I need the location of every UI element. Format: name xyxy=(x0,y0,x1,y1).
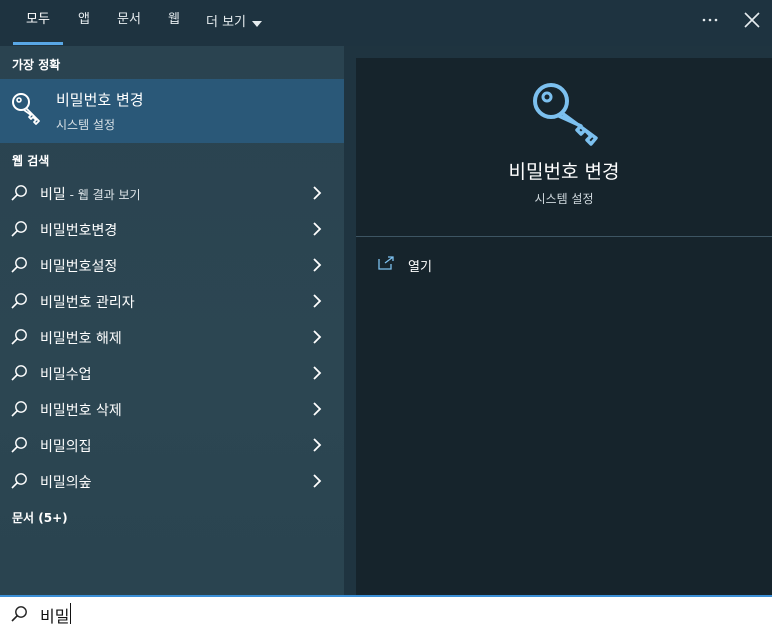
tab-all[interactable]: 모두 xyxy=(13,0,63,46)
search-icon xyxy=(11,329,27,345)
chevron-right-icon[interactable] xyxy=(312,402,322,416)
web-result-item[interactable]: 비밀수업 xyxy=(0,355,344,391)
chevron-right-icon[interactable] xyxy=(312,222,322,236)
web-result-label: 비밀번호변경 xyxy=(40,220,117,240)
tab-more-label: 더 보기 xyxy=(206,15,247,30)
web-result-label: 비밀수업 xyxy=(40,364,92,384)
web-result-suffix: - 웹 결과 보기 xyxy=(65,188,141,202)
tab-more[interactable]: 더 보기 xyxy=(206,0,272,46)
open-action[interactable]: 열기 xyxy=(378,254,498,276)
web-result-item[interactable]: 비밀번호설정 xyxy=(0,247,344,283)
web-result-item[interactable]: 비밀번호 관리자 xyxy=(0,283,344,319)
web-result-query: 비밀번호변경 xyxy=(40,223,118,239)
chevron-right-icon[interactable] xyxy=(312,438,322,452)
chevron-right-icon[interactable] xyxy=(312,294,322,308)
search-icon xyxy=(11,401,27,417)
divider xyxy=(356,236,772,237)
results-panel: 가장 정확 비밀번호 변경 시스템 설정 웹 검색 비밀 - 웹 결과 보기 비밀… xyxy=(0,46,344,595)
best-match-item[interactable]: 비밀번호 변경 시스템 설정 xyxy=(0,79,344,143)
web-result-item[interactable]: 비밀번호변경 xyxy=(0,211,344,247)
web-result-label: 비밀번호 관리자 xyxy=(40,292,135,312)
web-result-query: 비밀수업 xyxy=(40,367,92,383)
detail-panel: 비밀번호 변경 시스템 설정 열기 xyxy=(356,58,772,595)
filter-tab-bar: 모두 앱 문서 웹 더 보기 xyxy=(0,0,772,46)
web-result-label: 비밀번호 해제 xyxy=(40,328,122,348)
active-tab-indicator xyxy=(13,42,63,45)
web-result-item[interactable]: 비밀의집 xyxy=(0,427,344,463)
open-action-label: 열기 xyxy=(408,260,432,275)
web-result-query: 비밀 xyxy=(40,187,66,203)
tab-web[interactable]: 웹 xyxy=(162,0,186,46)
web-result-query: 비밀의숲 xyxy=(40,475,92,491)
web-result-query: 비밀번호 삭제 xyxy=(40,403,122,419)
web-result-label: 비밀의집 xyxy=(40,436,92,456)
tab-apps[interactable]: 앱 xyxy=(72,0,96,46)
web-search-header: 웹 검색 xyxy=(12,154,50,168)
close-icon[interactable] xyxy=(740,8,764,32)
best-match-header: 가장 정확 xyxy=(12,58,61,72)
web-result-item[interactable]: 비밀번호 삭제 xyxy=(0,391,344,427)
documents-header[interactable]: 문서 (5+) xyxy=(12,509,68,526)
chevron-right-icon[interactable] xyxy=(312,366,322,380)
key-icon xyxy=(12,93,40,125)
search-icon xyxy=(11,437,27,453)
web-result-label: 비밀번호설정 xyxy=(40,256,117,276)
search-bar[interactable]: 비밀 xyxy=(0,595,772,630)
search-icon xyxy=(11,473,27,489)
web-result-query: 비밀번호설정 xyxy=(40,259,118,275)
web-result-query: 비밀번호 관리자 xyxy=(40,295,135,311)
web-result-label: 비밀의숲 xyxy=(40,472,92,492)
search-icon xyxy=(11,221,27,237)
web-result-label: 비밀 - 웹 결과 보기 xyxy=(40,184,141,204)
search-icon xyxy=(11,293,27,309)
key-icon xyxy=(533,83,598,146)
search-input[interactable]: 비밀 xyxy=(40,603,69,627)
more-options-icon[interactable] xyxy=(698,8,722,32)
chevron-right-icon[interactable] xyxy=(312,258,322,272)
search-icon xyxy=(11,257,27,273)
best-match-subtitle: 시스템 설정 xyxy=(56,118,116,132)
web-result-label: 비밀번호 삭제 xyxy=(40,400,122,420)
search-icon xyxy=(11,185,27,201)
tab-documents[interactable]: 문서 xyxy=(112,0,146,46)
search-icon xyxy=(11,365,27,381)
best-match-title: 비밀번호 변경 xyxy=(56,91,144,109)
chevron-right-icon[interactable] xyxy=(312,186,322,200)
web-result-query: 비밀번호 해제 xyxy=(40,331,122,347)
chevron-down-icon xyxy=(252,21,263,27)
detail-title: 비밀번호 변경 xyxy=(508,161,620,183)
web-result-query: 비밀의집 xyxy=(40,439,92,455)
chevron-right-icon[interactable] xyxy=(312,474,322,488)
search-icon xyxy=(11,606,27,622)
chevron-right-icon[interactable] xyxy=(312,330,322,344)
open-icon xyxy=(378,256,394,270)
text-cursor xyxy=(70,603,71,624)
web-result-item[interactable]: 비밀 - 웹 결과 보기 xyxy=(0,175,344,211)
web-result-item[interactable]: 비밀의숲 xyxy=(0,463,344,499)
web-result-item[interactable]: 비밀번호 해제 xyxy=(0,319,344,355)
detail-subtitle: 시스템 설정 xyxy=(534,192,594,206)
